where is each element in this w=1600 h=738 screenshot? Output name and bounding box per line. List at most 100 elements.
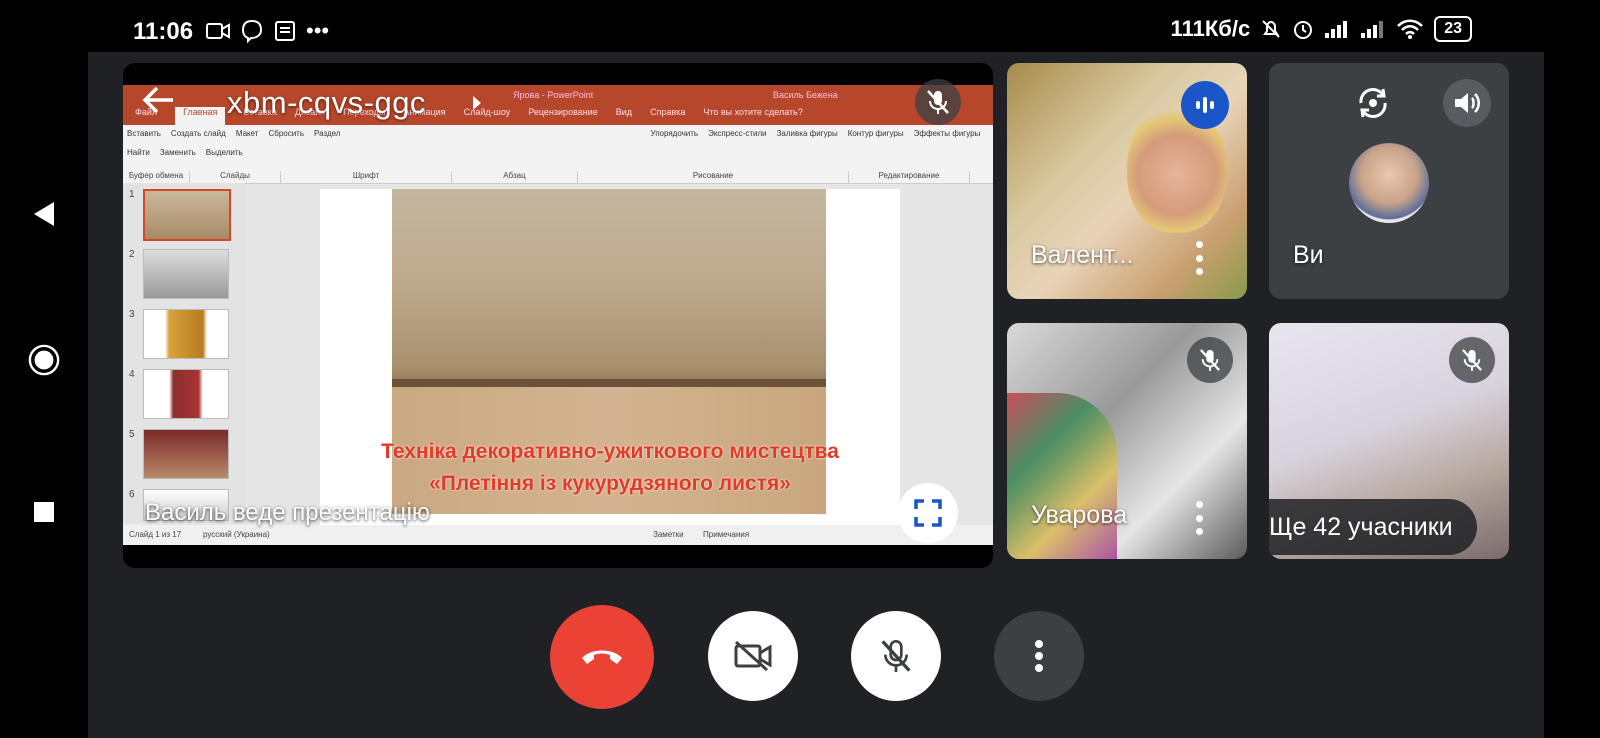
ribbon-group-drawing: Рисование — [578, 171, 849, 183]
meeting-code[interactable]: xbm-cqvs-ggc — [227, 85, 426, 121]
slide-thumb-3[interactable] — [143, 309, 229, 359]
slide-thumbnails: 1 2 3 4 5 6 — [123, 183, 245, 523]
signal-icon-2 — [1361, 21, 1384, 38]
participant-tile-uvarova[interactable]: Уварова — [1007, 323, 1247, 559]
camera-toggle-button[interactable] — [708, 611, 798, 701]
ribbon-select[interactable]: Выделить — [206, 148, 243, 157]
slide-title: Техніка декоративно-ужиткового мистецтва… — [320, 436, 900, 500]
slide-title-line1: Техніка декоративно-ужиткового мистецтва — [381, 440, 839, 463]
ribbon-group-paragraph: Абзац — [452, 171, 578, 183]
camera-off-icon — [734, 640, 772, 672]
ribbon-section[interactable]: Раздел — [314, 129, 340, 138]
notification-icons: ••• — [206, 18, 329, 44]
slide-title-line2: «Плетіння із кукурудзяного листя» — [429, 472, 791, 495]
triangle-back-icon — [34, 202, 54, 226]
powerpoint-window: Ярова - PowerPoint Василь Бежена Файл Гл… — [123, 85, 993, 545]
arrow-left-icon — [142, 86, 173, 114]
mic-off-icon — [1199, 349, 1221, 371]
slide-canvas: Техніка декоративно-ужиткового мистецтва… — [320, 189, 900, 529]
ribbon-group-slides: Слайды — [190, 171, 281, 183]
ribbon-new-slide[interactable]: Создать слайд — [171, 129, 226, 138]
participant-more-button[interactable] — [1193, 501, 1205, 535]
participant-name: Валент... — [1031, 241, 1134, 269]
ppt-status-bar: Слайд 1 из 17 русский (Украина) Заметки … — [123, 525, 993, 545]
thumb-number: 6 — [129, 489, 135, 500]
slide-thumb-2[interactable] — [143, 249, 229, 299]
ribbon-find[interactable]: Найти — [127, 148, 150, 157]
participant-name: Ви — [1293, 241, 1324, 269]
participant-name: Уварова — [1031, 501, 1128, 529]
mic-off-icon — [881, 640, 911, 672]
participant-tile-valentyna[interactable]: Валент... — [1007, 63, 1247, 299]
more-options-button[interactable] — [994, 611, 1084, 701]
speaking-indicator-icon — [1181, 81, 1229, 129]
audio-bars-icon — [1196, 97, 1214, 113]
ppt-ribbon: Вставить Создать слайд Макет Сбросить Ра… — [123, 125, 993, 184]
participant-mic-off-icon — [1449, 337, 1495, 383]
mute-bell-icon — [1262, 20, 1280, 38]
recents-nav-button[interactable] — [28, 496, 60, 528]
ribbon-shape-effects[interactable]: Эффекты фигуры — [914, 129, 981, 138]
thumb-number: 3 — [129, 309, 135, 320]
participant-more-button[interactable] — [1193, 241, 1205, 275]
news-icon — [275, 21, 295, 41]
ribbon-arrange[interactable]: Упорядочить — [650, 129, 698, 138]
ribbon-reset[interactable]: Сбросить — [268, 129, 304, 138]
back-button[interactable] — [141, 85, 175, 121]
battery-icon: 23 — [1434, 16, 1472, 42]
ribbon-group-labels: Буфер обмена Слайды Шрифт Абзац Рисовани… — [123, 171, 993, 183]
circle-home-icon — [28, 344, 60, 376]
navigation-bar — [0, 62, 88, 738]
thumb-number: 4 — [129, 369, 135, 380]
signal-icon — [1325, 21, 1348, 38]
alarm-icon — [1294, 21, 1313, 39]
home-nav-button[interactable] — [28, 344, 60, 376]
chevron-right-icon[interactable] — [471, 94, 483, 112]
ribbon-layout[interactable]: Макет — [236, 129, 259, 138]
presenter-mic-off-icon — [915, 79, 961, 125]
presentation-view[interactable]: Ярова - PowerPoint Василь Бежена Файл Гл… — [123, 63, 993, 568]
viber-icon — [241, 19, 263, 43]
ribbon-group-editing: Редактирование — [849, 171, 970, 183]
thumb-number: 2 — [129, 249, 135, 260]
comments-button[interactable]: Примечания — [703, 530, 749, 539]
participant-tile-more[interactable]: Ще 42 учасники — [1269, 323, 1509, 559]
participant-video-frame — [1007, 393, 1117, 559]
more-participants-label[interactable]: Ще 42 учасники — [1269, 499, 1477, 555]
wifi-icon — [1397, 19, 1424, 39]
notes-button[interactable]: Заметки — [653, 530, 684, 539]
slide-thumb-4[interactable] — [143, 369, 229, 419]
slide-thumb-5[interactable] — [143, 429, 229, 479]
ribbon-shape-fill[interactable]: Заливка фигуры — [777, 129, 838, 138]
slide-thumb-1[interactable] — [143, 189, 231, 241]
ribbon-group-font: Шрифт — [281, 171, 452, 183]
hangup-button[interactable] — [550, 605, 654, 709]
more-dots-icon: ••• — [306, 18, 330, 43]
language-status: русский (Украина) — [203, 530, 270, 539]
square-recents-icon — [34, 502, 54, 522]
video-icon — [206, 23, 230, 39]
clock: 11:06 — [133, 18, 194, 45]
mic-toggle-button[interactable] — [851, 611, 941, 701]
fullscreen-button[interactable] — [898, 483, 958, 543]
slide-counter: Слайд 1 из 17 — [129, 530, 182, 539]
fullscreen-icon — [914, 499, 942, 527]
network-speed: 111Кб/с — [1170, 16, 1251, 41]
more-vertical-icon — [1035, 640, 1043, 672]
mic-off-icon — [1461, 349, 1483, 371]
camera-switch-icon — [1359, 88, 1387, 118]
avatar — [1349, 143, 1429, 223]
back-nav-button[interactable] — [28, 198, 60, 230]
ribbon-shape-outline[interactable]: Контур фигуры — [848, 129, 904, 138]
presenter-label: Василь веде презентацію — [145, 499, 430, 526]
ribbon-group-clipboard: Буфер обмена — [123, 171, 190, 183]
switch-camera-button[interactable] — [1349, 79, 1397, 127]
ribbon-paste[interactable]: Вставить — [127, 129, 161, 138]
thumb-number: 5 — [129, 429, 135, 440]
speaker-button[interactable] — [1443, 79, 1491, 127]
thumb-number: 1 — [129, 189, 135, 200]
ribbon-quick-styles[interactable]: Экспресс-стили — [708, 129, 767, 138]
ribbon-replace[interactable]: Заменить — [160, 148, 196, 157]
mic-off-icon — [927, 90, 949, 114]
participant-tile-self[interactable]: Ви — [1269, 63, 1509, 299]
